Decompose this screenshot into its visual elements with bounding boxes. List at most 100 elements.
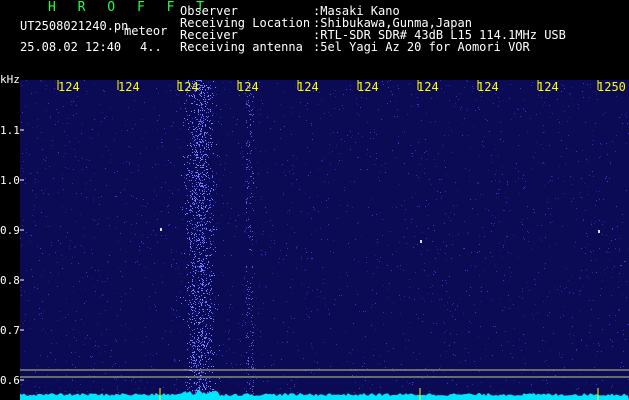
band-speck: [202, 115, 203, 116]
band-speck: [203, 280, 204, 281]
noise-speck: [176, 310, 177, 311]
noise-speck: [230, 218, 231, 219]
band-speck: [252, 171, 253, 172]
band-speck: [192, 306, 193, 307]
band-speck: [211, 138, 212, 139]
band-speck: [253, 140, 254, 141]
noise-speck: [445, 253, 446, 254]
noise-speck: [564, 181, 565, 182]
band-speck: [211, 188, 212, 189]
band-speck: [204, 270, 205, 271]
noise-speck: [411, 106, 412, 107]
band-speck: [192, 183, 193, 184]
band-speck: [202, 321, 203, 322]
noise-speck: [37, 119, 38, 120]
band-speck: [205, 207, 206, 208]
band-speck: [197, 335, 198, 336]
noise-speck: [291, 202, 292, 203]
band-speck: [201, 167, 202, 168]
noise-speck: [40, 355, 41, 356]
noise-speck: [426, 200, 427, 201]
noise-speck: [50, 118, 51, 119]
band-speck: [198, 109, 199, 110]
noise-speck: [198, 266, 199, 267]
noise-speck: [282, 164, 283, 165]
noise-speck: [492, 355, 493, 356]
noise-speck: [525, 111, 526, 112]
band-speck: [201, 274, 202, 275]
noise-speck: [400, 299, 401, 300]
band-speck: [202, 108, 203, 109]
noise-speck: [192, 391, 193, 392]
noise-speck: [274, 240, 275, 241]
noise-speck: [516, 163, 517, 164]
band-speck: [247, 281, 248, 282]
band-speck: [248, 102, 249, 103]
noise-speck: [578, 108, 579, 109]
band-speck: [197, 298, 198, 299]
noise-speck: [238, 339, 239, 340]
band-speck: [192, 132, 193, 133]
band-speck: [203, 311, 204, 312]
band-speck: [198, 112, 199, 113]
band-speck: [204, 242, 205, 243]
datetime: 25.08.02 12:40: [20, 40, 122, 54]
band-speck: [202, 281, 203, 282]
band-speck: [253, 178, 254, 179]
band-speck: [194, 383, 195, 384]
x-tick: 124: [118, 80, 140, 94]
band-speck: [194, 96, 195, 97]
noise-speck: [292, 107, 293, 108]
band-speck: [215, 383, 216, 384]
noise-speck: [102, 295, 103, 296]
noise-speck: [441, 198, 442, 199]
band-speck: [209, 282, 210, 283]
noise-speck: [418, 142, 419, 143]
band-speck: [195, 272, 196, 273]
noise-speck: [320, 228, 321, 229]
noise-speck: [296, 248, 297, 249]
band-speck: [199, 287, 200, 288]
noise-speck: [32, 127, 33, 128]
noise-speck: [43, 270, 44, 271]
band-speck: [210, 255, 211, 256]
noise-speck: [531, 85, 532, 86]
noise-speck: [405, 219, 406, 220]
noise-speck: [457, 306, 458, 307]
noise-speck: [311, 372, 312, 373]
band-speck: [208, 315, 209, 316]
band-speck: [213, 153, 214, 154]
band-speck: [202, 191, 203, 192]
noise-speck: [135, 124, 136, 125]
noise-speck: [604, 221, 605, 222]
band-speck: [194, 186, 195, 187]
noise-speck: [203, 276, 204, 277]
band-speck: [199, 280, 200, 281]
band-speck: [250, 119, 251, 120]
noise-speck: [383, 324, 384, 325]
noise-speck: [157, 120, 158, 121]
band-speck: [195, 160, 196, 161]
noise-speck: [586, 345, 587, 346]
noise-speck: [602, 234, 603, 235]
band-speck: [205, 99, 206, 100]
band-speck: [198, 157, 199, 158]
noise-speck: [322, 267, 323, 268]
band-speck: [212, 313, 213, 314]
band-speck: [207, 172, 208, 173]
noise-speck: [40, 248, 41, 249]
noise-speck: [479, 155, 480, 156]
band-speck: [197, 155, 198, 156]
noise-speck: [535, 284, 536, 285]
noise-speck: [426, 151, 427, 152]
band-speck: [199, 356, 200, 357]
band-speck: [201, 205, 202, 206]
band-speck: [199, 80, 200, 81]
band-speck: [204, 185, 205, 186]
noise-speck: [610, 339, 611, 340]
noise-speck: [228, 339, 229, 340]
noise-speck: [615, 248, 616, 249]
band-speck: [192, 336, 193, 337]
noise-speck: [293, 332, 294, 333]
band-speck: [190, 191, 191, 192]
